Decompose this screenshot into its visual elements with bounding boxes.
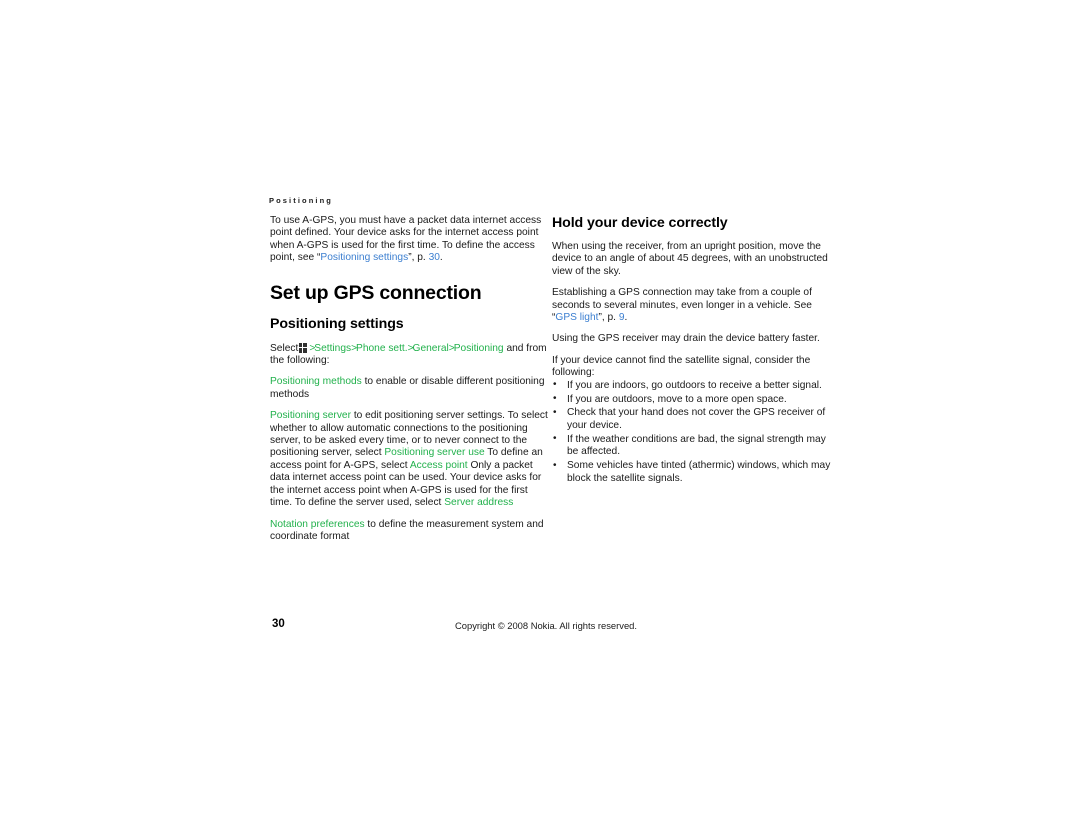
intro-paragraph: To use A-GPS, you must have a packet dat… xyxy=(270,215,552,265)
ui-label-access-point[interactable]: Access point xyxy=(410,460,468,471)
cross-reference-positioning-settings[interactable]: Positioning settings xyxy=(320,252,408,263)
intro-text-part3: . xyxy=(439,252,443,264)
ui-label-positioning-server[interactable]: Positioning server xyxy=(270,410,351,421)
page-number: 30 xyxy=(272,618,285,630)
ui-label-positioning-server-use[interactable]: Positioning server use xyxy=(384,447,484,458)
left-column: To use A-GPS, you must have a packet dat… xyxy=(270,215,552,552)
menu-grid-icon xyxy=(299,342,308,353)
cross-reference-gps-light[interactable]: GPS light xyxy=(555,312,598,323)
troubleshooting-list: If you are indoors, go outdoors to recei… xyxy=(552,379,834,485)
list-item: Check that your hand does not cover the … xyxy=(552,407,834,432)
ui-label-positioning-methods[interactable]: Positioning methods xyxy=(270,376,362,387)
menu-item-phone-sett[interactable]: Phone sett. xyxy=(356,343,408,354)
hold-device-paragraph-2: Establishing a GPS connection may take f… xyxy=(552,287,834,324)
list-item: If you are outdoors, move to a more open… xyxy=(552,393,834,406)
setting-positioning-server: Positioning server to edit positioning s… xyxy=(270,410,552,509)
ui-label-server-address[interactable]: Server address xyxy=(444,497,513,508)
ui-label-notation-preferences[interactable]: Notation preferences xyxy=(270,519,365,530)
satellite-signal-intro: If your device cannot find the satellite… xyxy=(552,354,811,379)
menu-item-general[interactable]: General xyxy=(413,343,449,354)
menu-path-paragraph: Select >Settings>Phone sett.>General>Posi… xyxy=(270,342,552,368)
cross-reference-page-number[interactable]: 30 xyxy=(429,252,440,263)
copyright-notice: Copyright © 2008 Nokia. All rights reser… xyxy=(455,620,637,631)
running-header: Positioning xyxy=(269,196,333,205)
gps-connection-text-part3: . xyxy=(624,312,628,324)
list-item: If you are indoors, go outdoors to recei… xyxy=(552,379,834,392)
menu-item-positioning[interactable]: Positioning xyxy=(454,343,504,354)
section-heading-hold-device: Hold your device correctly xyxy=(552,215,728,231)
setting-positioning-methods: Positioning methods to enable or disable… xyxy=(270,376,552,401)
gps-connection-text-part2: ”, p. xyxy=(598,312,619,324)
section-heading-positioning-settings: Positioning settings xyxy=(270,315,404,332)
intro-text-part2: ”, p. xyxy=(408,252,429,264)
setting-notation-preferences: Notation preferences to define the measu… xyxy=(270,519,552,544)
document-page: Positioning To use A-GPS, you must have … xyxy=(0,0,1080,834)
battery-drain-paragraph: Using the GPS receiver may drain the dev… xyxy=(552,333,820,345)
list-item: Some vehicles have tinted (athermic) win… xyxy=(552,460,834,485)
list-item: If the weather conditions are bad, the s… xyxy=(552,433,834,459)
right-column: Hold your device correctly When using th… xyxy=(552,215,834,486)
select-label: Select xyxy=(270,342,299,354)
menu-item-settings[interactable]: Settings xyxy=(314,343,351,354)
chapter-heading: Set up GPS connection xyxy=(270,281,482,304)
hold-device-paragraph-1: When using the receiver, from an upright… xyxy=(552,241,828,277)
